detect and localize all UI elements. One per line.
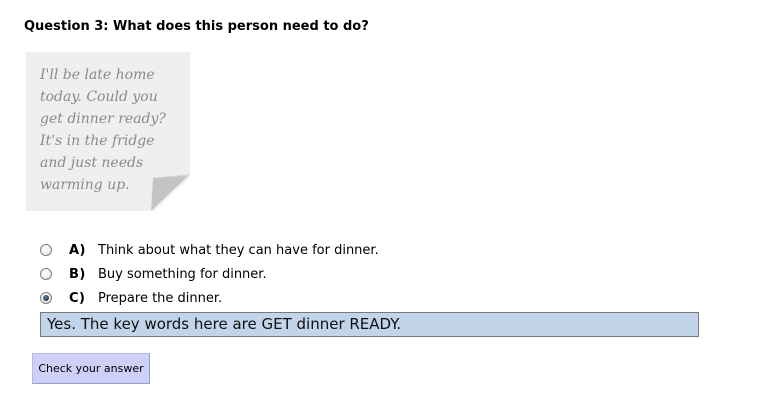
option-a-letter: A) xyxy=(69,242,87,258)
option-c[interactable]: C) Prepare the dinner. xyxy=(40,288,222,308)
option-b-radio[interactable] xyxy=(40,268,52,280)
option-b-letter: B) xyxy=(69,266,86,282)
option-b[interactable]: B) Buy something for dinner. xyxy=(40,264,267,284)
question-title: Question 3: What does this person need t… xyxy=(24,19,369,34)
option-a-radio[interactable] xyxy=(40,244,52,256)
option-c-radio[interactable] xyxy=(40,292,52,304)
option-b-text: Buy something for dinner. xyxy=(98,266,267,282)
feedback-message: Yes. The key words here are GET dinner R… xyxy=(40,312,699,337)
check-answer-button[interactable]: Check your answer xyxy=(32,353,150,384)
option-c-letter: C) xyxy=(69,290,86,306)
option-a[interactable]: A) Think about what they can have for di… xyxy=(40,240,379,260)
option-a-text: Think about what they can have for dinne… xyxy=(98,242,379,258)
note-text: I'll be late home today. Could you get d… xyxy=(40,67,166,193)
option-c-text: Prepare the dinner. xyxy=(98,290,223,306)
